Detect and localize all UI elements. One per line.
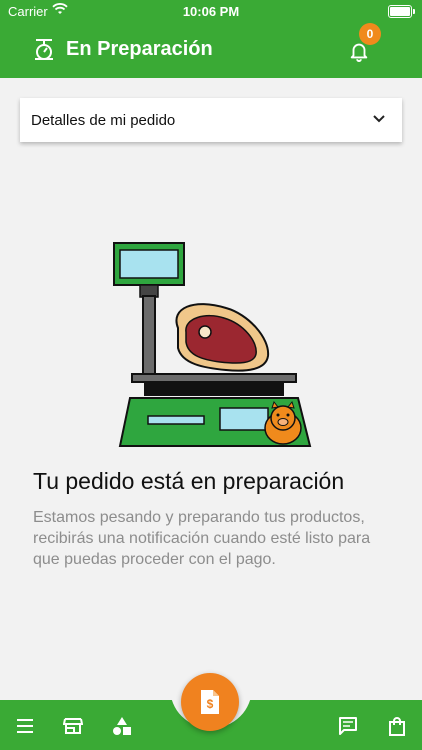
status-bar: Carrier 10:06 PM: [0, 0, 422, 22]
top-app-bar: Carrier 10:06 PM En Preparación 0: [0, 0, 422, 78]
status-description: Estamos pesando y preparando tus product…: [33, 509, 371, 568]
scale-illustration: [113, 242, 312, 447]
notification-count-badge: 0: [359, 23, 381, 45]
page-title: En Preparación: [66, 38, 213, 60]
bag-icon[interactable]: [387, 716, 407, 736]
clock: 10:06 PM: [182, 4, 240, 19]
status-heading: Tu pedido está en preparación: [33, 468, 345, 494]
checkout-fab-button[interactable]: $: [181, 673, 239, 731]
chevron-down-icon: [373, 115, 385, 123]
svg-text:$: $: [207, 697, 214, 711]
categories-icon[interactable]: [112, 716, 132, 736]
chat-icon[interactable]: [338, 716, 358, 736]
receipt-dollar-icon: $: [201, 690, 219, 714]
scale-icon: [35, 39, 53, 60]
menu-icon[interactable]: [15, 716, 35, 736]
order-details-label: Detalles de mi pedido: [31, 112, 176, 129]
store-icon[interactable]: [63, 716, 83, 736]
battery-icon: [388, 5, 415, 18]
order-details-toggle[interactable]: Detalles de mi pedido: [20, 98, 402, 142]
